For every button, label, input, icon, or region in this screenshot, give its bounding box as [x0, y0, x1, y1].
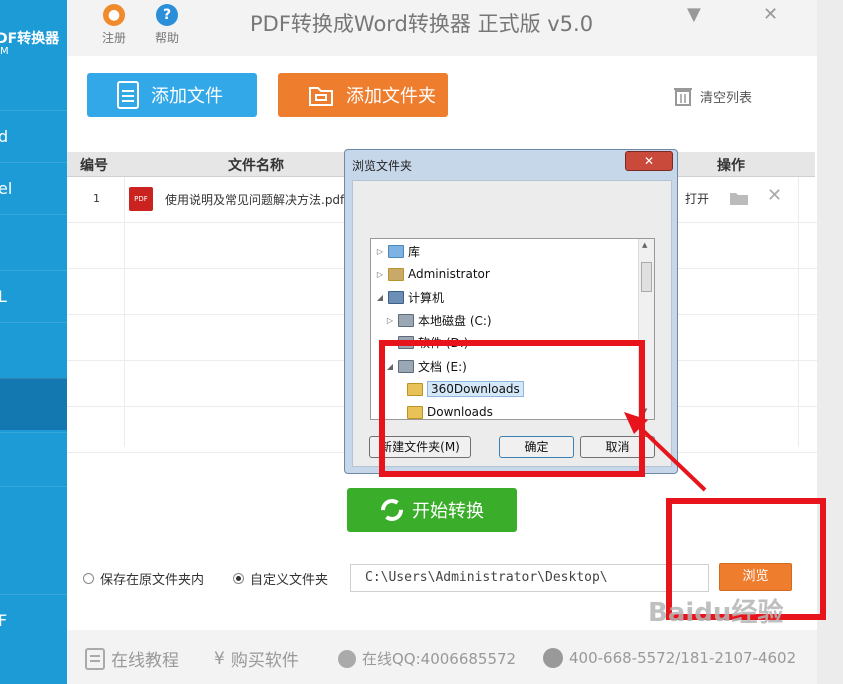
watermark: Baidu经验: [648, 598, 784, 628]
annotation-arrow: [624, 412, 707, 492]
